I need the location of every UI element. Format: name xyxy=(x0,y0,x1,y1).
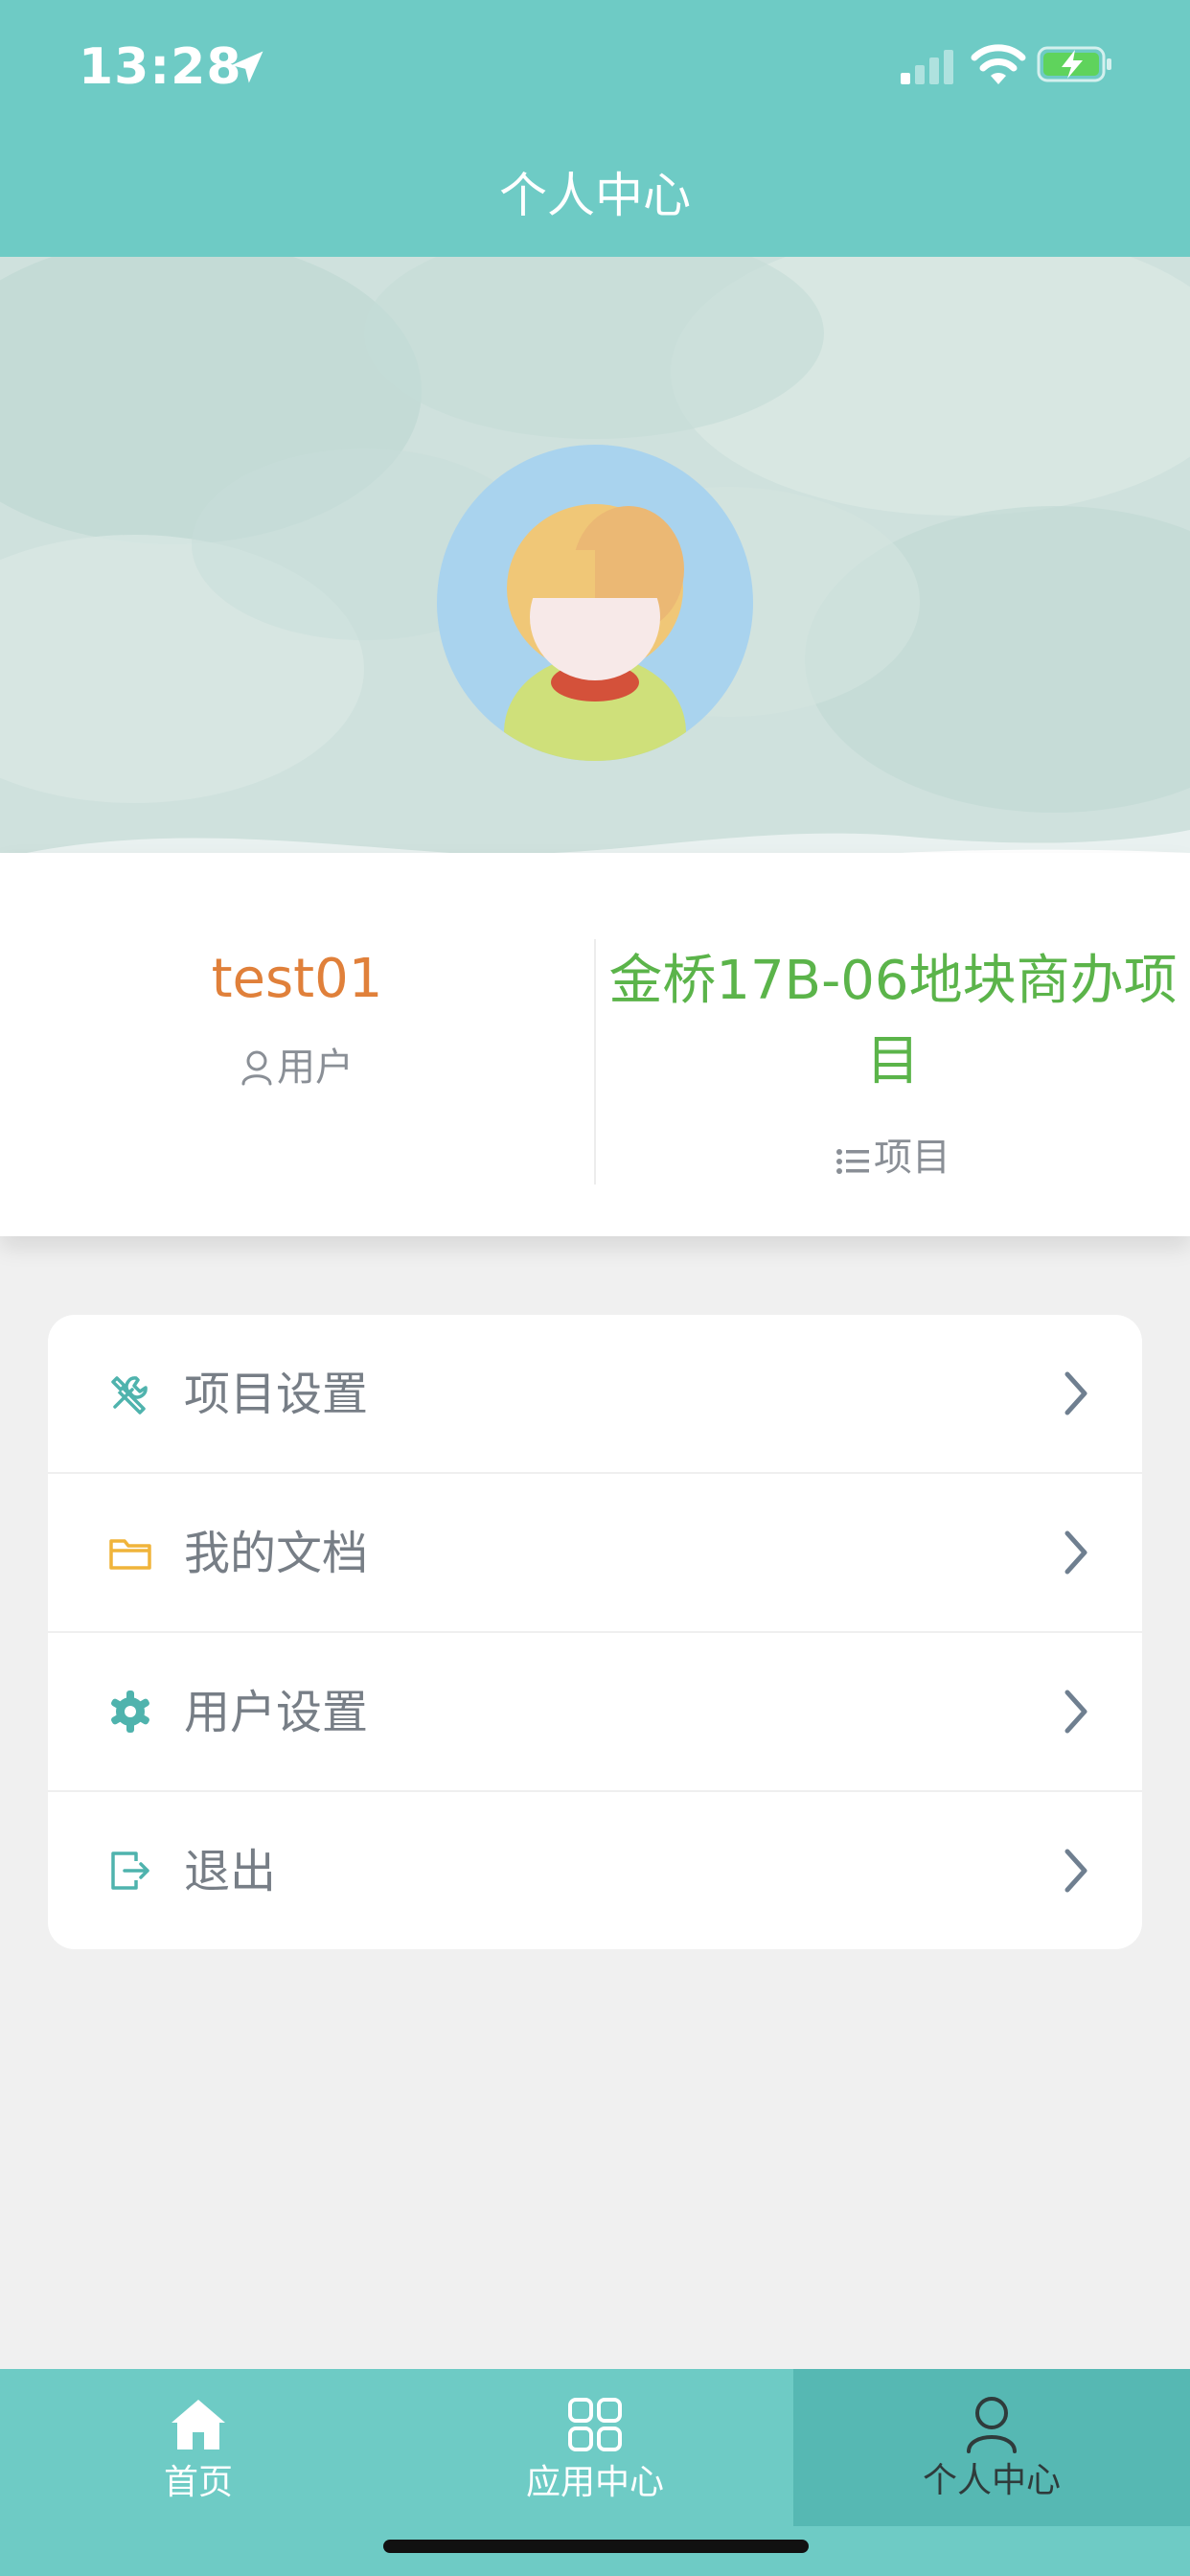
list-icon xyxy=(836,1149,869,1174)
person-icon xyxy=(967,2397,1017,2453)
menu-item-project-settings[interactable]: 项目设置 xyxy=(48,1315,1142,1474)
cellular-signal-icon xyxy=(901,50,953,84)
tab-personal-center[interactable]: 个人中心 xyxy=(793,2369,1190,2526)
menu-item-logout[interactable]: 退出 xyxy=(48,1792,1142,1949)
home-indicator[interactable] xyxy=(383,2540,809,2553)
menu-label: 退出 xyxy=(184,1845,277,1898)
project-name: 金桥17B-06地块商办项目 xyxy=(608,950,1178,1092)
tab-label: 个人中心 xyxy=(922,2461,1061,2500)
chevron-right-icon xyxy=(1064,1849,1087,1893)
gear-icon xyxy=(111,1690,149,1733)
avatar-illustration xyxy=(437,445,753,761)
project-role-label: 项目 xyxy=(874,1136,950,1180)
profile-info-card: test01 用户 金桥17B-06地块商办项目 项目 xyxy=(0,853,1190,1236)
profile-banner xyxy=(0,257,1190,872)
project-role: 项目 xyxy=(596,1131,1190,1184)
status-time: 13:28 xyxy=(79,38,242,96)
page-title: 个人中心 xyxy=(499,168,691,223)
user-icon xyxy=(241,1050,272,1086)
battery-charging-icon xyxy=(1037,46,1111,82)
folder-icon xyxy=(109,1539,151,1570)
tools-icon xyxy=(111,1376,148,1414)
home-icon xyxy=(172,2400,225,2450)
top-bar: 13:28 个人中心 xyxy=(0,0,1190,257)
location-arrow-icon xyxy=(231,51,263,83)
avatar[interactable] xyxy=(437,445,753,761)
user-role: 用户 xyxy=(0,1041,594,1094)
user-column: test01 用户 xyxy=(0,853,594,1236)
chevron-right-icon xyxy=(1064,1530,1087,1575)
menu-label: 项目设置 xyxy=(184,1368,369,1421)
chevron-right-icon xyxy=(1064,1690,1087,1734)
wifi-icon xyxy=(971,44,1026,84)
menu-label: 用户设置 xyxy=(184,1686,369,1739)
logout-icon xyxy=(111,1852,149,1890)
project-column[interactable]: 金桥17B-06地块商办项目 项目 xyxy=(596,853,1190,1236)
tab-label: 首页 xyxy=(163,2463,233,2502)
menu-item-user-settings[interactable]: 用户设置 xyxy=(48,1633,1142,1792)
chevron-right-icon xyxy=(1064,1371,1087,1415)
tab-home[interactable]: 首页 xyxy=(0,2369,397,2526)
menu-label: 我的文档 xyxy=(184,1527,369,1580)
tab-label: 应用中心 xyxy=(525,2463,664,2502)
settings-menu: 项目设置 我的文档 用户设置 退出 xyxy=(48,1315,1142,1949)
tab-app-center[interactable]: 应用中心 xyxy=(397,2369,793,2526)
username: test01 xyxy=(211,948,383,1010)
grid-icon xyxy=(568,2398,622,2451)
user-role-label: 用户 xyxy=(277,1046,354,1090)
menu-item-my-documents[interactable]: 我的文档 xyxy=(48,1474,1142,1633)
